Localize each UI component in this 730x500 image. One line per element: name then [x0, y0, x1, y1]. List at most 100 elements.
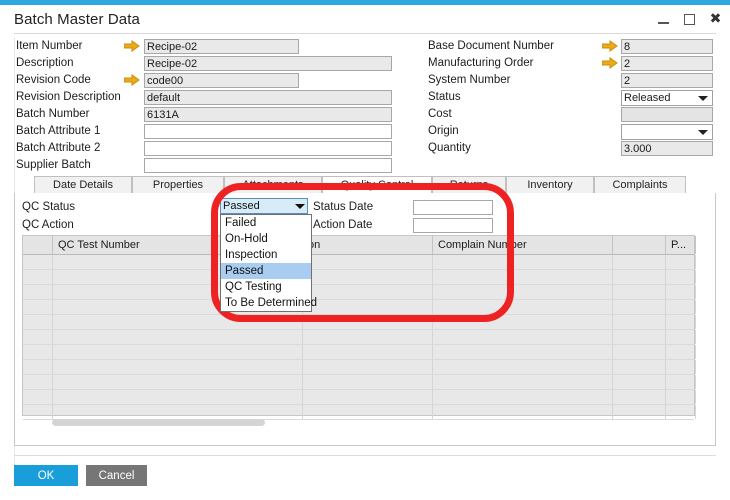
- table-cell[interactable]: [613, 330, 666, 344]
- chevron-down-icon[interactable]: [698, 96, 708, 101]
- table-cell[interactable]: [433, 270, 613, 284]
- dropdown-option[interactable]: QC Testing: [221, 279, 311, 295]
- field-input-manufacturing-order[interactable]: [621, 56, 713, 71]
- grid-column-header[interactable]: on: [303, 236, 433, 254]
- table-cell[interactable]: [666, 270, 696, 284]
- table-cell[interactable]: [53, 390, 303, 404]
- table-row[interactable]: [23, 315, 694, 330]
- table-cell[interactable]: [433, 330, 613, 344]
- qc-status-combobox[interactable]: Passed: [220, 198, 308, 214]
- table-cell[interactable]: [433, 300, 613, 314]
- chevron-down-icon[interactable]: [293, 199, 307, 212]
- table-cell[interactable]: [613, 270, 666, 284]
- table-cell[interactable]: [613, 300, 666, 314]
- dropdown-option[interactable]: Passed: [221, 263, 311, 279]
- table-cell[interactable]: [433, 315, 613, 329]
- table-cell[interactable]: [666, 255, 696, 269]
- table-cell[interactable]: [303, 375, 433, 389]
- field-input-description[interactable]: [144, 56, 392, 71]
- table-cell[interactable]: [23, 345, 53, 359]
- table-cell[interactable]: [23, 390, 53, 404]
- table-cell[interactable]: [433, 360, 613, 374]
- tab-date-details[interactable]: Date Details: [34, 176, 132, 194]
- table-cell[interactable]: [666, 300, 696, 314]
- table-cell[interactable]: [666, 315, 696, 329]
- table-cell[interactable]: [666, 345, 696, 359]
- field-input-revision-code[interactable]: [144, 73, 299, 88]
- table-cell[interactable]: [53, 330, 303, 344]
- tab-returns[interactable]: Returns: [432, 176, 506, 194]
- field-input-batch-attribute-2[interactable]: [144, 141, 392, 156]
- table-cell[interactable]: [666, 375, 696, 389]
- status-date-input[interactable]: [413, 200, 493, 215]
- tab-complaints[interactable]: Complaints: [594, 176, 686, 194]
- ok-button[interactable]: OK: [14, 465, 78, 486]
- table-cell[interactable]: [23, 375, 53, 389]
- table-cell[interactable]: [433, 255, 613, 269]
- table-cell[interactable]: [23, 300, 53, 314]
- table-cell[interactable]: [23, 285, 53, 299]
- table-cell[interactable]: [613, 315, 666, 329]
- table-row[interactable]: [23, 345, 694, 360]
- table-row[interactable]: [23, 300, 694, 315]
- table-cell[interactable]: [613, 375, 666, 389]
- table-cell[interactable]: [53, 405, 303, 419]
- table-row[interactable]: [23, 405, 694, 420]
- table-cell[interactable]: [613, 285, 666, 299]
- tab-attachments[interactable]: Attachments: [224, 176, 322, 194]
- table-cell[interactable]: [53, 360, 303, 374]
- field-input-batch-number[interactable]: [144, 107, 392, 122]
- table-cell[interactable]: [433, 405, 613, 419]
- chevron-down-icon[interactable]: [698, 130, 708, 135]
- dropdown-option[interactable]: On-Hold: [221, 231, 311, 247]
- action-date-input[interactable]: [413, 218, 493, 233]
- qc-status-dropdown-list[interactable]: FailedOn-HoldInspectionPassedQC TestingT…: [220, 214, 312, 312]
- tab-inventory[interactable]: Inventory: [506, 176, 594, 194]
- grid-column-header[interactable]: Complain Number: [433, 236, 613, 254]
- table-cell[interactable]: [303, 285, 433, 299]
- table-cell[interactable]: [666, 330, 696, 344]
- table-cell[interactable]: [303, 345, 433, 359]
- table-cell[interactable]: [23, 255, 53, 269]
- table-cell[interactable]: [303, 390, 433, 404]
- table-cell[interactable]: [23, 270, 53, 284]
- table-cell[interactable]: [433, 285, 613, 299]
- field-input-revision-description[interactable]: [144, 90, 392, 105]
- dropdown-option[interactable]: To Be Determined: [221, 295, 311, 311]
- table-cell[interactable]: [303, 360, 433, 374]
- table-cell[interactable]: [303, 405, 433, 419]
- field-input-origin[interactable]: [621, 124, 713, 140]
- table-cell[interactable]: [53, 345, 303, 359]
- table-row[interactable]: [23, 330, 694, 345]
- field-input-supplier-batch[interactable]: [144, 158, 392, 173]
- field-input-batch-attribute-1[interactable]: [144, 124, 392, 139]
- table-cell[interactable]: [666, 390, 696, 404]
- table-cell[interactable]: [433, 390, 613, 404]
- table-row[interactable]: [23, 285, 694, 300]
- table-cell[interactable]: [433, 345, 613, 359]
- table-cell[interactable]: [303, 255, 433, 269]
- dropdown-option[interactable]: Failed: [221, 215, 311, 231]
- table-cell[interactable]: [613, 255, 666, 269]
- table-cell[interactable]: [666, 405, 696, 419]
- field-input-item-number[interactable]: [144, 39, 299, 54]
- table-cell[interactable]: [613, 390, 666, 404]
- tab-quality-control[interactable]: Quality Control: [322, 176, 432, 194]
- table-row[interactable]: [23, 390, 694, 405]
- grid-column-header[interactable]: P...: [666, 236, 696, 254]
- table-row[interactable]: [23, 255, 694, 270]
- field-input-quantity[interactable]: [621, 141, 713, 156]
- table-cell[interactable]: [23, 405, 53, 419]
- cancel-button[interactable]: Cancel: [86, 465, 147, 486]
- table-cell[interactable]: [23, 330, 53, 344]
- tab-properties[interactable]: Properties: [132, 176, 224, 194]
- table-row[interactable]: [23, 375, 694, 390]
- table-row[interactable]: [23, 360, 694, 375]
- field-input-cost[interactable]: [621, 107, 713, 122]
- table-cell[interactable]: [53, 375, 303, 389]
- table-cell[interactable]: [303, 300, 433, 314]
- table-cell[interactable]: [433, 375, 613, 389]
- table-row[interactable]: [23, 270, 694, 285]
- table-cell[interactable]: [23, 360, 53, 374]
- table-cell[interactable]: [666, 285, 696, 299]
